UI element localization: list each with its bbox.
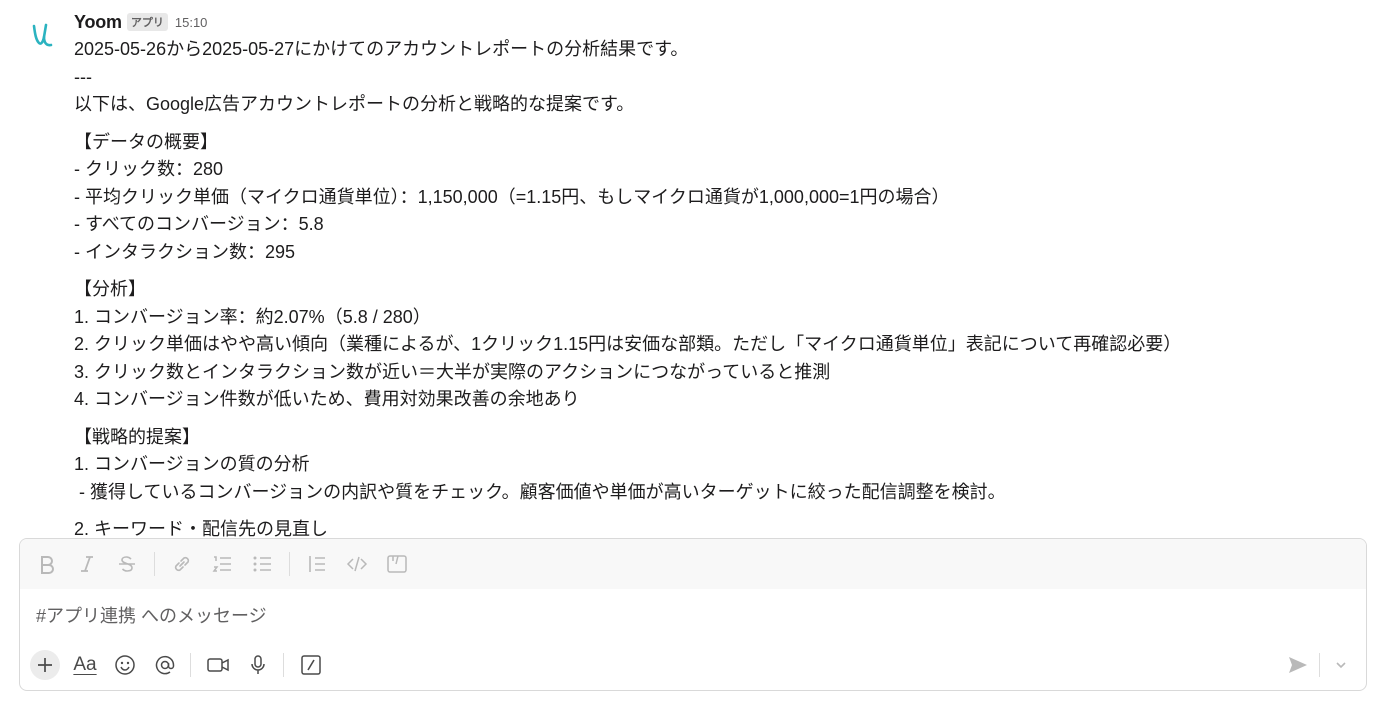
avatar[interactable]: [28, 18, 58, 52]
message: Yoom アプリ 15:10 2025-05-26から2025-05-27にかけ…: [0, 0, 1382, 540]
slash-command-icon[interactable]: [296, 650, 326, 680]
toolbar-separator: [154, 552, 155, 576]
toolbar-separator: [190, 653, 191, 677]
message-line: - 平均クリック単価（マイクロ通貨単位）：1,150,000（=1.15円、もし…: [74, 186, 950, 207]
message-line: - すべてのコンバージョン：5.8: [74, 214, 324, 234]
message-line: ---: [74, 66, 92, 87]
emoji-icon[interactable]: [110, 650, 140, 680]
message-line: 2. キーワード・配信先の見直し: [74, 519, 329, 539]
blockquote-icon[interactable]: [304, 551, 330, 577]
toolbar-separator: [1319, 653, 1320, 677]
message-line: 1. コンバージョンの質の分析: [74, 454, 310, 474]
send-icon[interactable]: [1283, 650, 1313, 680]
strikethrough-icon[interactable]: [114, 551, 140, 577]
code-block-icon[interactable]: [384, 551, 410, 577]
toolbar-separator: [289, 552, 290, 576]
message-line: 2. クリック単価はやや高い傾向（業種によるが、1クリック1.15円は安価な部類…: [74, 334, 1182, 354]
formatting-toolbar: [20, 539, 1366, 589]
message-line: - クリック数：280: [74, 159, 224, 179]
plus-icon[interactable]: [30, 650, 60, 680]
composer-actions: Aa: [30, 647, 1356, 683]
link-icon[interactable]: [169, 551, 195, 577]
timestamp[interactable]: 15:10: [175, 15, 208, 30]
message-line: 1. コンバージョン率：約2.07%（5.8 / 280）: [74, 306, 431, 327]
bulleted-list-icon[interactable]: [249, 551, 275, 577]
message-composer: #アプリ連携 へのメッセージ Aa: [19, 538, 1367, 691]
message-line: 4. コンバージョン件数が低いため、費用対効果改善の余地あり: [74, 389, 580, 409]
message-line: 2025-05-26から2025-05-27にかけてのアカウントレポートの分析結…: [74, 39, 689, 59]
app-badge: アプリ: [126, 13, 168, 31]
yoom-logo-icon: [32, 23, 53, 47]
message-line: - インタラクション数：295: [74, 241, 296, 262]
message-line: 以下は、Google広告アカウントレポートの分析と戦略的な提案です。: [74, 94, 635, 114]
toolbar-separator: [283, 653, 284, 677]
code-icon[interactable]: [344, 551, 370, 577]
microphone-icon[interactable]: [243, 650, 273, 680]
section-heading: 【戦略的提案】: [74, 426, 200, 447]
video-icon[interactable]: [203, 650, 233, 680]
mention-icon[interactable]: [150, 650, 180, 680]
format-icon: Aa: [73, 654, 97, 675]
message-line: 3. クリック数とインタラクション数が近い＝大半が実際のアクションにつながってい…: [74, 361, 831, 382]
message-line: - 獲得しているコンバージョンの内訳や質をチェック。顧客価値や単価が高いターゲッ…: [74, 481, 1006, 502]
section-heading: 【分析】: [74, 279, 146, 299]
bold-icon[interactable]: [34, 551, 60, 577]
sender-name[interactable]: Yoom: [74, 12, 122, 33]
format-toggle-button[interactable]: Aa: [70, 650, 100, 680]
ordered-list-icon[interactable]: [209, 551, 235, 577]
chevron-down-icon[interactable]: [1326, 650, 1356, 680]
message-input[interactable]: #アプリ連携 へのメッセージ: [36, 602, 267, 628]
section-heading: 【データの概要】: [74, 131, 218, 152]
italic-icon[interactable]: [74, 551, 100, 577]
